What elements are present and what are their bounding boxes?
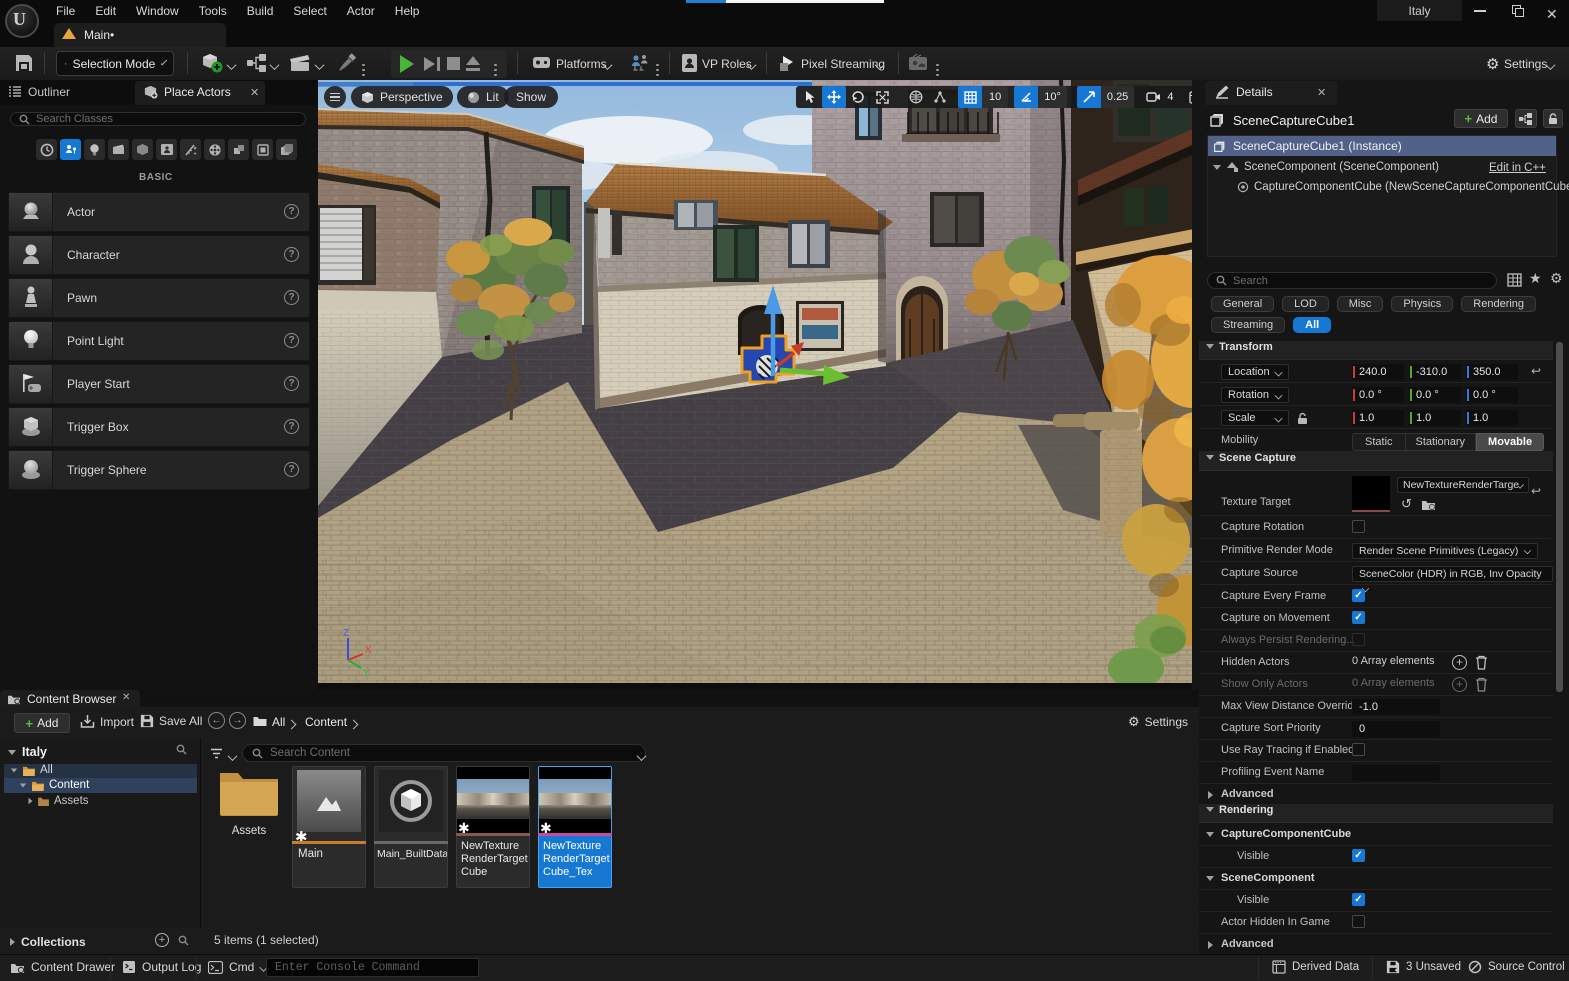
- svg-text:X: X: [365, 645, 372, 656]
- svg-text:Y: Y: [363, 668, 370, 679]
- svg-text:Z: Z: [343, 628, 349, 639]
